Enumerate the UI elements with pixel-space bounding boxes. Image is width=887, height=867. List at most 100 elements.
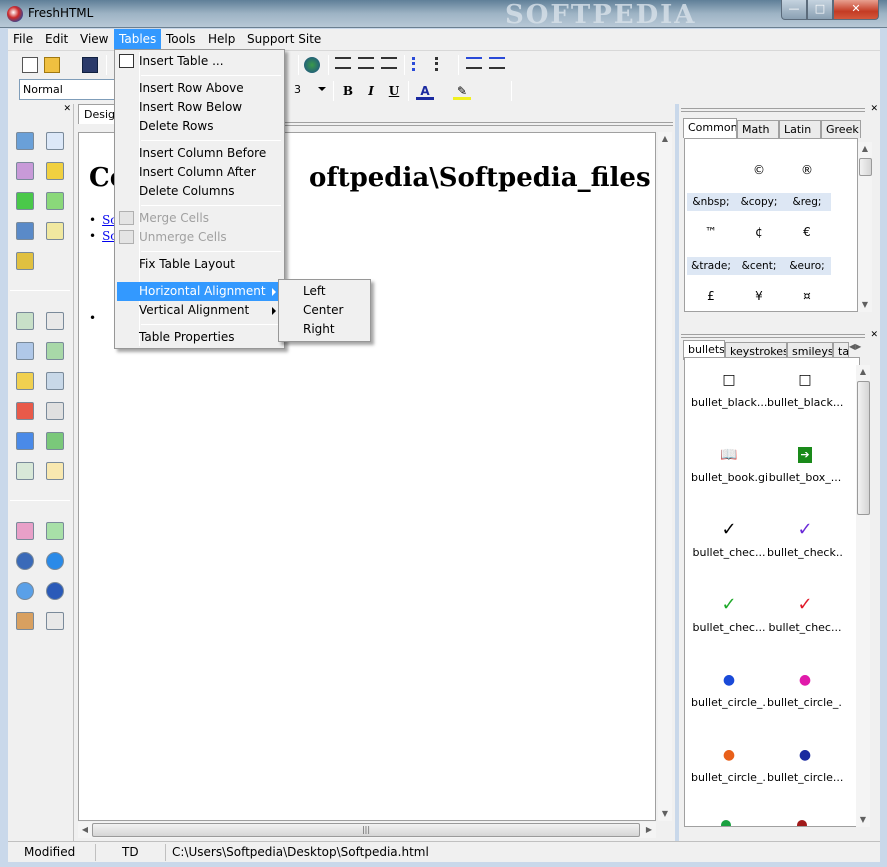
insert-image-icon[interactable] [16, 132, 34, 150]
menu-item-delete-columns[interactable]: Delete Columns [117, 182, 282, 201]
insert-form-icon[interactable] [46, 162, 64, 180]
menu-item-delete-rows[interactable]: Delete Rows [117, 117, 282, 136]
bullet-item[interactable]: ✓ bullet_chec... [767, 596, 843, 635]
maximize-button[interactable]: □ [807, 0, 833, 20]
form-select-icon[interactable] [46, 432, 64, 450]
panel-grip[interactable] [681, 108, 865, 112]
form-reset-icon[interactable] [46, 402, 64, 420]
insert-anchor-icon[interactable] [16, 222, 34, 240]
menu-item-insert-table[interactable]: Insert Table ... [117, 52, 282, 71]
paragraph-style-select[interactable]: Normal [19, 79, 119, 100]
media-video-icon[interactable] [46, 522, 64, 540]
chars-scrollbar[interactable]: ▲ ▼ [858, 142, 872, 312]
align-left-icon[interactable] [335, 57, 351, 69]
scroll-up-icon[interactable]: ▲ [658, 132, 672, 146]
menu-item-insert-column-before[interactable]: Insert Column Before [117, 144, 282, 163]
close-icon[interactable]: ✕ [63, 104, 71, 114]
vertical-scrollbar[interactable]: ▲ ▼ [658, 132, 672, 821]
menu-support-site[interactable]: Support Site [242, 29, 326, 50]
italic-button[interactable]: I [362, 82, 380, 100]
form-checkbox-icon[interactable] [16, 372, 34, 390]
menu-tables[interactable]: Tables [114, 29, 162, 50]
char-cell[interactable]: ® [783, 163, 831, 177]
scroll-right-icon[interactable]: ▶ [642, 822, 656, 838]
scroll-up-icon[interactable]: ▲ [856, 365, 870, 379]
tab-latin[interactable]: Latin [779, 120, 821, 138]
panel-grip[interactable] [681, 334, 865, 338]
menu-file[interactable]: File [8, 29, 38, 50]
submenu-item-center[interactable]: Center [281, 301, 368, 320]
close-button[interactable]: ✕ [833, 0, 879, 20]
form-label-icon[interactable] [46, 462, 64, 480]
menu-help[interactable]: Help [203, 29, 240, 50]
scroll-down-icon[interactable]: ▼ [658, 807, 672, 821]
bullet-item[interactable]: ✓ bullet_check... [767, 521, 843, 560]
font-color-icon[interactable]: A [416, 82, 434, 100]
tab-math[interactable]: Math [737, 120, 779, 138]
align-right-icon[interactable] [381, 57, 397, 69]
form-image-icon[interactable] [16, 432, 34, 450]
menu-tools[interactable]: Tools [161, 29, 201, 50]
underline-button[interactable]: U [385, 82, 403, 100]
form-hidden-icon[interactable] [46, 342, 64, 360]
insert-line-icon[interactable] [16, 162, 34, 180]
numbered-list-icon[interactable] [412, 57, 428, 71]
tab-greek[interactable]: Greek [821, 120, 861, 138]
scroll-thumb[interactable] [857, 381, 870, 515]
activex-icon[interactable] [46, 612, 64, 630]
media-audio-icon[interactable] [16, 522, 34, 540]
form-file-icon[interactable] [16, 462, 34, 480]
bullet-item[interactable]: ● bullet_circle_... [691, 747, 767, 784]
media-quicktime-icon[interactable] [16, 552, 34, 570]
bullet-item[interactable]: ✓ bullet_chec... [691, 596, 767, 635]
char-cell[interactable]: £ [687, 289, 735, 303]
scroll-down-icon[interactable]: ▼ [856, 813, 870, 827]
menu-item-fix-table-layout[interactable]: Fix Table Layout [117, 255, 282, 274]
scroll-thumb[interactable]: ||| [92, 823, 640, 837]
form-textbox-icon[interactable] [16, 312, 34, 330]
scroll-left-icon[interactable]: ◀ [78, 822, 92, 838]
menu-item-vertical-alignment[interactable]: Vertical Alignment [117, 301, 282, 320]
tab-common[interactable]: Common [683, 118, 737, 138]
highlight-color-icon[interactable]: ✎ [453, 82, 471, 100]
bullet-item[interactable]: ➔ bullet_box_... [767, 447, 843, 484]
form-submit-icon[interactable] [16, 402, 34, 420]
indent-icon[interactable] [489, 57, 505, 69]
menu-view[interactable]: View [75, 29, 113, 50]
bullet-item[interactable]: □ bullet_black... [691, 372, 767, 409]
minimize-button[interactable]: — [781, 0, 807, 20]
menu-item-insert-column-after[interactable]: Insert Column After [117, 163, 282, 182]
insert-note-icon[interactable] [46, 222, 64, 240]
bullet-item[interactable]: ● bullet_circle_... [767, 672, 843, 709]
scroll-up-icon[interactable]: ▲ [858, 142, 872, 156]
insert-script-icon[interactable] [16, 252, 34, 270]
char-cell[interactable]: ¤ [783, 289, 831, 303]
submenu-item-right[interactable]: Right [281, 320, 368, 339]
font-size-select[interactable]: 3 [290, 79, 328, 100]
char-cell[interactable]: © [735, 163, 783, 177]
bullet-item[interactable]: ● bullet_circle_... [691, 672, 767, 709]
open-folder-icon[interactable] [44, 57, 60, 73]
media-realplayer-icon[interactable] [16, 582, 34, 600]
bullet-item[interactable]: ● bullet_circle... [767, 747, 843, 784]
scroll-down-icon[interactable]: ▼ [858, 298, 872, 312]
submenu-item-left[interactable]: Left [281, 282, 368, 301]
menu-edit[interactable]: Edit [40, 29, 73, 50]
form-textarea-icon[interactable] [46, 312, 64, 330]
menu-item-table-properties[interactable]: Table Properties [117, 328, 282, 347]
align-center-icon[interactable] [358, 57, 374, 69]
char-cell[interactable]: ™ [687, 225, 735, 239]
char-cell[interactable]: ¢ [735, 225, 783, 239]
menu-item-insert-row-above[interactable]: Insert Row Above [117, 79, 282, 98]
scroll-thumb[interactable] [859, 158, 872, 176]
save-icon[interactable] [82, 57, 98, 73]
insert-table-icon[interactable] [46, 132, 64, 150]
close-icon[interactable]: ✕ [870, 104, 878, 114]
media-windows-media-icon[interactable] [46, 582, 64, 600]
char-cell[interactable]: € [783, 225, 831, 239]
new-file-icon[interactable] [22, 57, 38, 73]
media-flash-icon[interactable] [46, 552, 64, 570]
java-applet-icon[interactable] [16, 612, 34, 630]
bullet-list-icon[interactable] [435, 57, 451, 71]
bullet-item[interactable]: 📖 bullet_book.gif [691, 447, 767, 484]
